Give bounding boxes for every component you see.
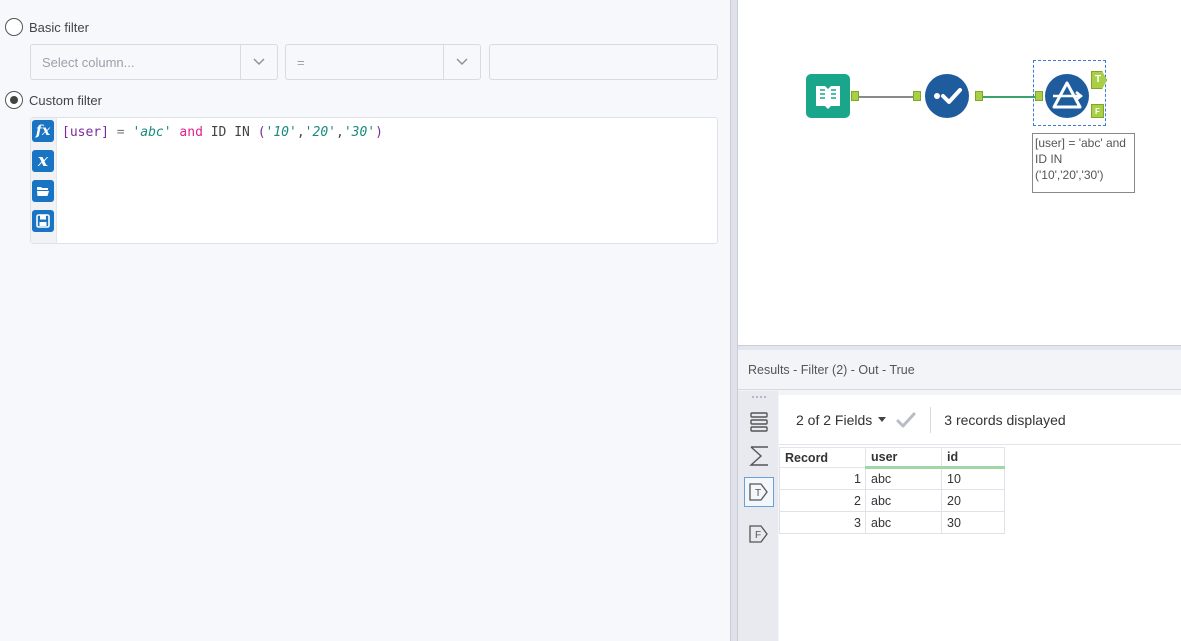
expr-in: IN <box>234 125 250 140</box>
column-select[interactable]: Select column... <box>30 44 278 80</box>
annotation-line: ('10','20','30') <box>1035 168 1104 182</box>
column-header-user[interactable]: user <box>865 447 942 469</box>
results-grid-area: 2 of 2 Fields 3 records displayed Record… <box>779 395 1181 641</box>
results-table: Record user id 1 abc 10 2 abc 20 3 abc 3… <box>779 447 1005 534</box>
custom-filter-label: Custom filter <box>29 92 102 108</box>
expr-comma: , <box>335 125 344 140</box>
record-cell: 2 <box>779 489 866 512</box>
basic-filter-label: Basic filter <box>29 19 89 35</box>
expr-and: and <box>179 125 203 140</box>
operator-select[interactable]: = <box>285 44 481 80</box>
save-icon[interactable] <box>32 210 54 232</box>
id-cell[interactable]: 30 <box>941 511 1005 534</box>
select-output-anchor[interactable] <box>975 91 983 101</box>
select-tool-icon[interactable] <box>925 74 969 118</box>
user-cell[interactable]: abc <box>865 467 942 490</box>
results-sidebar: T F <box>738 391 778 641</box>
user-cell[interactable]: abc <box>865 511 942 534</box>
function-icon[interactable]: fx <box>32 120 54 142</box>
checkmark-icon[interactable] <box>896 412 916 428</box>
record-cell: 1 <box>779 467 866 490</box>
table-row[interactable]: 1 abc 10 <box>779 467 1005 490</box>
annotation-line: [user] = 'abc' and <box>1035 136 1126 150</box>
svg-text:T: T <box>755 488 761 499</box>
results-panel: Results - Filter (2) - Out - True T F 2 … <box>738 350 1181 641</box>
input-output-anchor[interactable] <box>851 91 859 101</box>
expression-gutter: fx x <box>31 118 57 243</box>
custom-filter-radio[interactable] <box>5 91 23 109</box>
basic-filter-radio[interactable] <box>5 18 23 36</box>
expression-editor[interactable]: fx x [user] = 'abc' and ID IN ('10','20'… <box>30 117 718 244</box>
svg-text:F: F <box>755 530 761 541</box>
grip-handle[interactable] <box>752 396 766 398</box>
fields-dropdown[interactable]: 2 of 2 Fields <box>796 412 916 428</box>
panel-splitter[interactable] <box>730 0 738 641</box>
expr-v1: '10' <box>265 125 297 140</box>
false-output-anchor[interactable]: F <box>1091 104 1104 118</box>
connection-wire <box>983 96 1036 98</box>
table-row[interactable]: 2 abc 20 <box>779 489 1005 512</box>
expr-field: [user] <box>62 125 109 140</box>
results-title: Results - Filter (2) - Out - True <box>738 350 1181 390</box>
chevron-down-icon[interactable] <box>444 58 480 66</box>
basic-filter-option[interactable]: Basic filter <box>5 17 89 37</box>
annotation-line: ID IN <box>1035 152 1063 166</box>
fields-label: 2 of 2 Fields <box>796 411 873 428</box>
column-header-record[interactable]: Record <box>779 447 866 468</box>
column-select-placeholder: Select column... <box>42 54 135 70</box>
sigma-icon[interactable] <box>748 445 770 467</box>
filter-config-panel: Basic filter Select column... = Custom f… <box>0 0 730 641</box>
results-toolbar: 2 of 2 Fields 3 records displayed <box>779 395 1181 445</box>
expr-v2: '20' <box>304 125 336 140</box>
false-output-icon[interactable]: F <box>748 523 770 545</box>
input-data-tool-icon[interactable] <box>806 74 850 118</box>
chevron-down-icon[interactable] <box>241 58 277 66</box>
expr-id: ID <box>210 125 227 140</box>
operator-select-value: = <box>297 54 305 70</box>
value-input[interactable] <box>489 44 718 80</box>
toolbar-divider <box>930 406 932 433</box>
connection-wire <box>859 96 913 98</box>
expr-eq: = <box>116 125 125 140</box>
id-cell[interactable]: 20 <box>941 489 1005 512</box>
select-input-anchor[interactable] <box>913 91 921 101</box>
table-row[interactable]: 3 abc 30 <box>779 511 1005 534</box>
filter-tool-icon[interactable] <box>1045 74 1089 118</box>
records-count: 3 records displayed <box>944 411 1066 428</box>
record-cell: 3 <box>779 511 866 534</box>
workflow-canvas[interactable]: T F [user] = 'abc' and ID IN ('10','20',… <box>738 0 1181 345</box>
true-output-icon[interactable]: T <box>744 477 774 507</box>
expr-close: ) <box>375 125 383 140</box>
expr-open: ( <box>257 125 266 140</box>
id-cell[interactable]: 10 <box>941 467 1005 490</box>
expr-string: 'abc' <box>132 125 172 140</box>
table-view-icon[interactable] <box>748 411 770 433</box>
expr-v3: '30' <box>343 125 376 140</box>
custom-filter-option[interactable]: Custom filter <box>5 90 102 110</box>
user-cell[interactable]: abc <box>865 489 942 512</box>
filter-annotation: [user] = 'abc' and ID IN ('10','20','30'… <box>1032 133 1135 193</box>
open-folder-icon[interactable] <box>32 180 54 202</box>
expr-comma: , <box>296 125 305 140</box>
column-header-id[interactable]: id <box>941 447 1005 469</box>
caret-down-icon <box>878 417 887 422</box>
variable-icon[interactable]: x <box>32 150 54 172</box>
expression-text[interactable]: [user] = 'abc' and ID IN ('10','20','30'… <box>62 125 383 140</box>
